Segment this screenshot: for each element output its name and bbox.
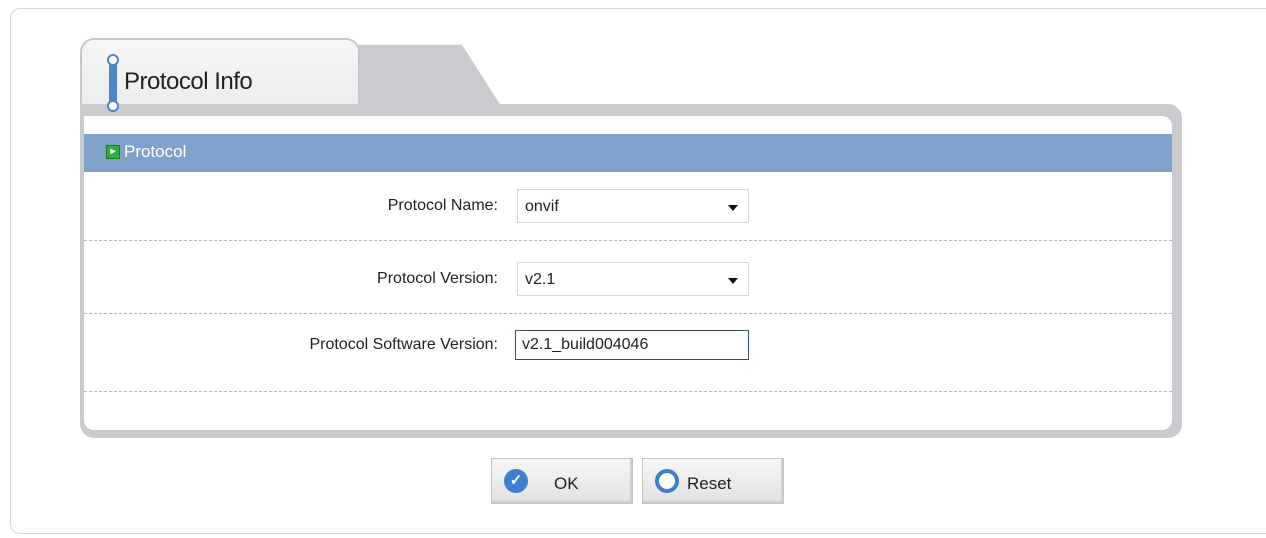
chevron-down-icon — [728, 278, 738, 284]
protocol-version-value: v2.1 — [525, 271, 556, 288]
protocol-name-value: onvif — [525, 198, 559, 215]
ok-button[interactable]: ✓ OK — [491, 458, 633, 504]
ok-button-label: OK — [554, 474, 579, 493]
protocol-software-version-label: Protocol Software Version: — [309, 336, 498, 353]
section-header — [84, 134, 1172, 172]
row-divider — [84, 391, 1172, 392]
row-divider — [84, 313, 1172, 314]
chevron-down-icon — [728, 205, 738, 211]
protocol-version-label: Protocol Version: — [377, 270, 498, 287]
row-divider — [84, 240, 1172, 241]
check-circle-icon: ✓ — [504, 469, 528, 493]
tab-marker-icon — [107, 54, 119, 112]
protocol-name-label: Protocol Name: — [387, 197, 498, 214]
section-title: Protocol — [124, 142, 187, 161]
protocol-version-select[interactable]: v2.1 — [517, 262, 749, 296]
reset-button-label: Reset — [687, 474, 732, 493]
tab-title: Protocol Info — [124, 68, 253, 95]
protocol-name-select[interactable]: onvif — [517, 189, 749, 223]
ring-icon — [655, 469, 679, 493]
protocol-software-version-input[interactable] — [515, 330, 749, 360]
reset-button[interactable]: Reset — [642, 458, 784, 504]
arrow-box-icon: ▸ — [106, 145, 120, 159]
